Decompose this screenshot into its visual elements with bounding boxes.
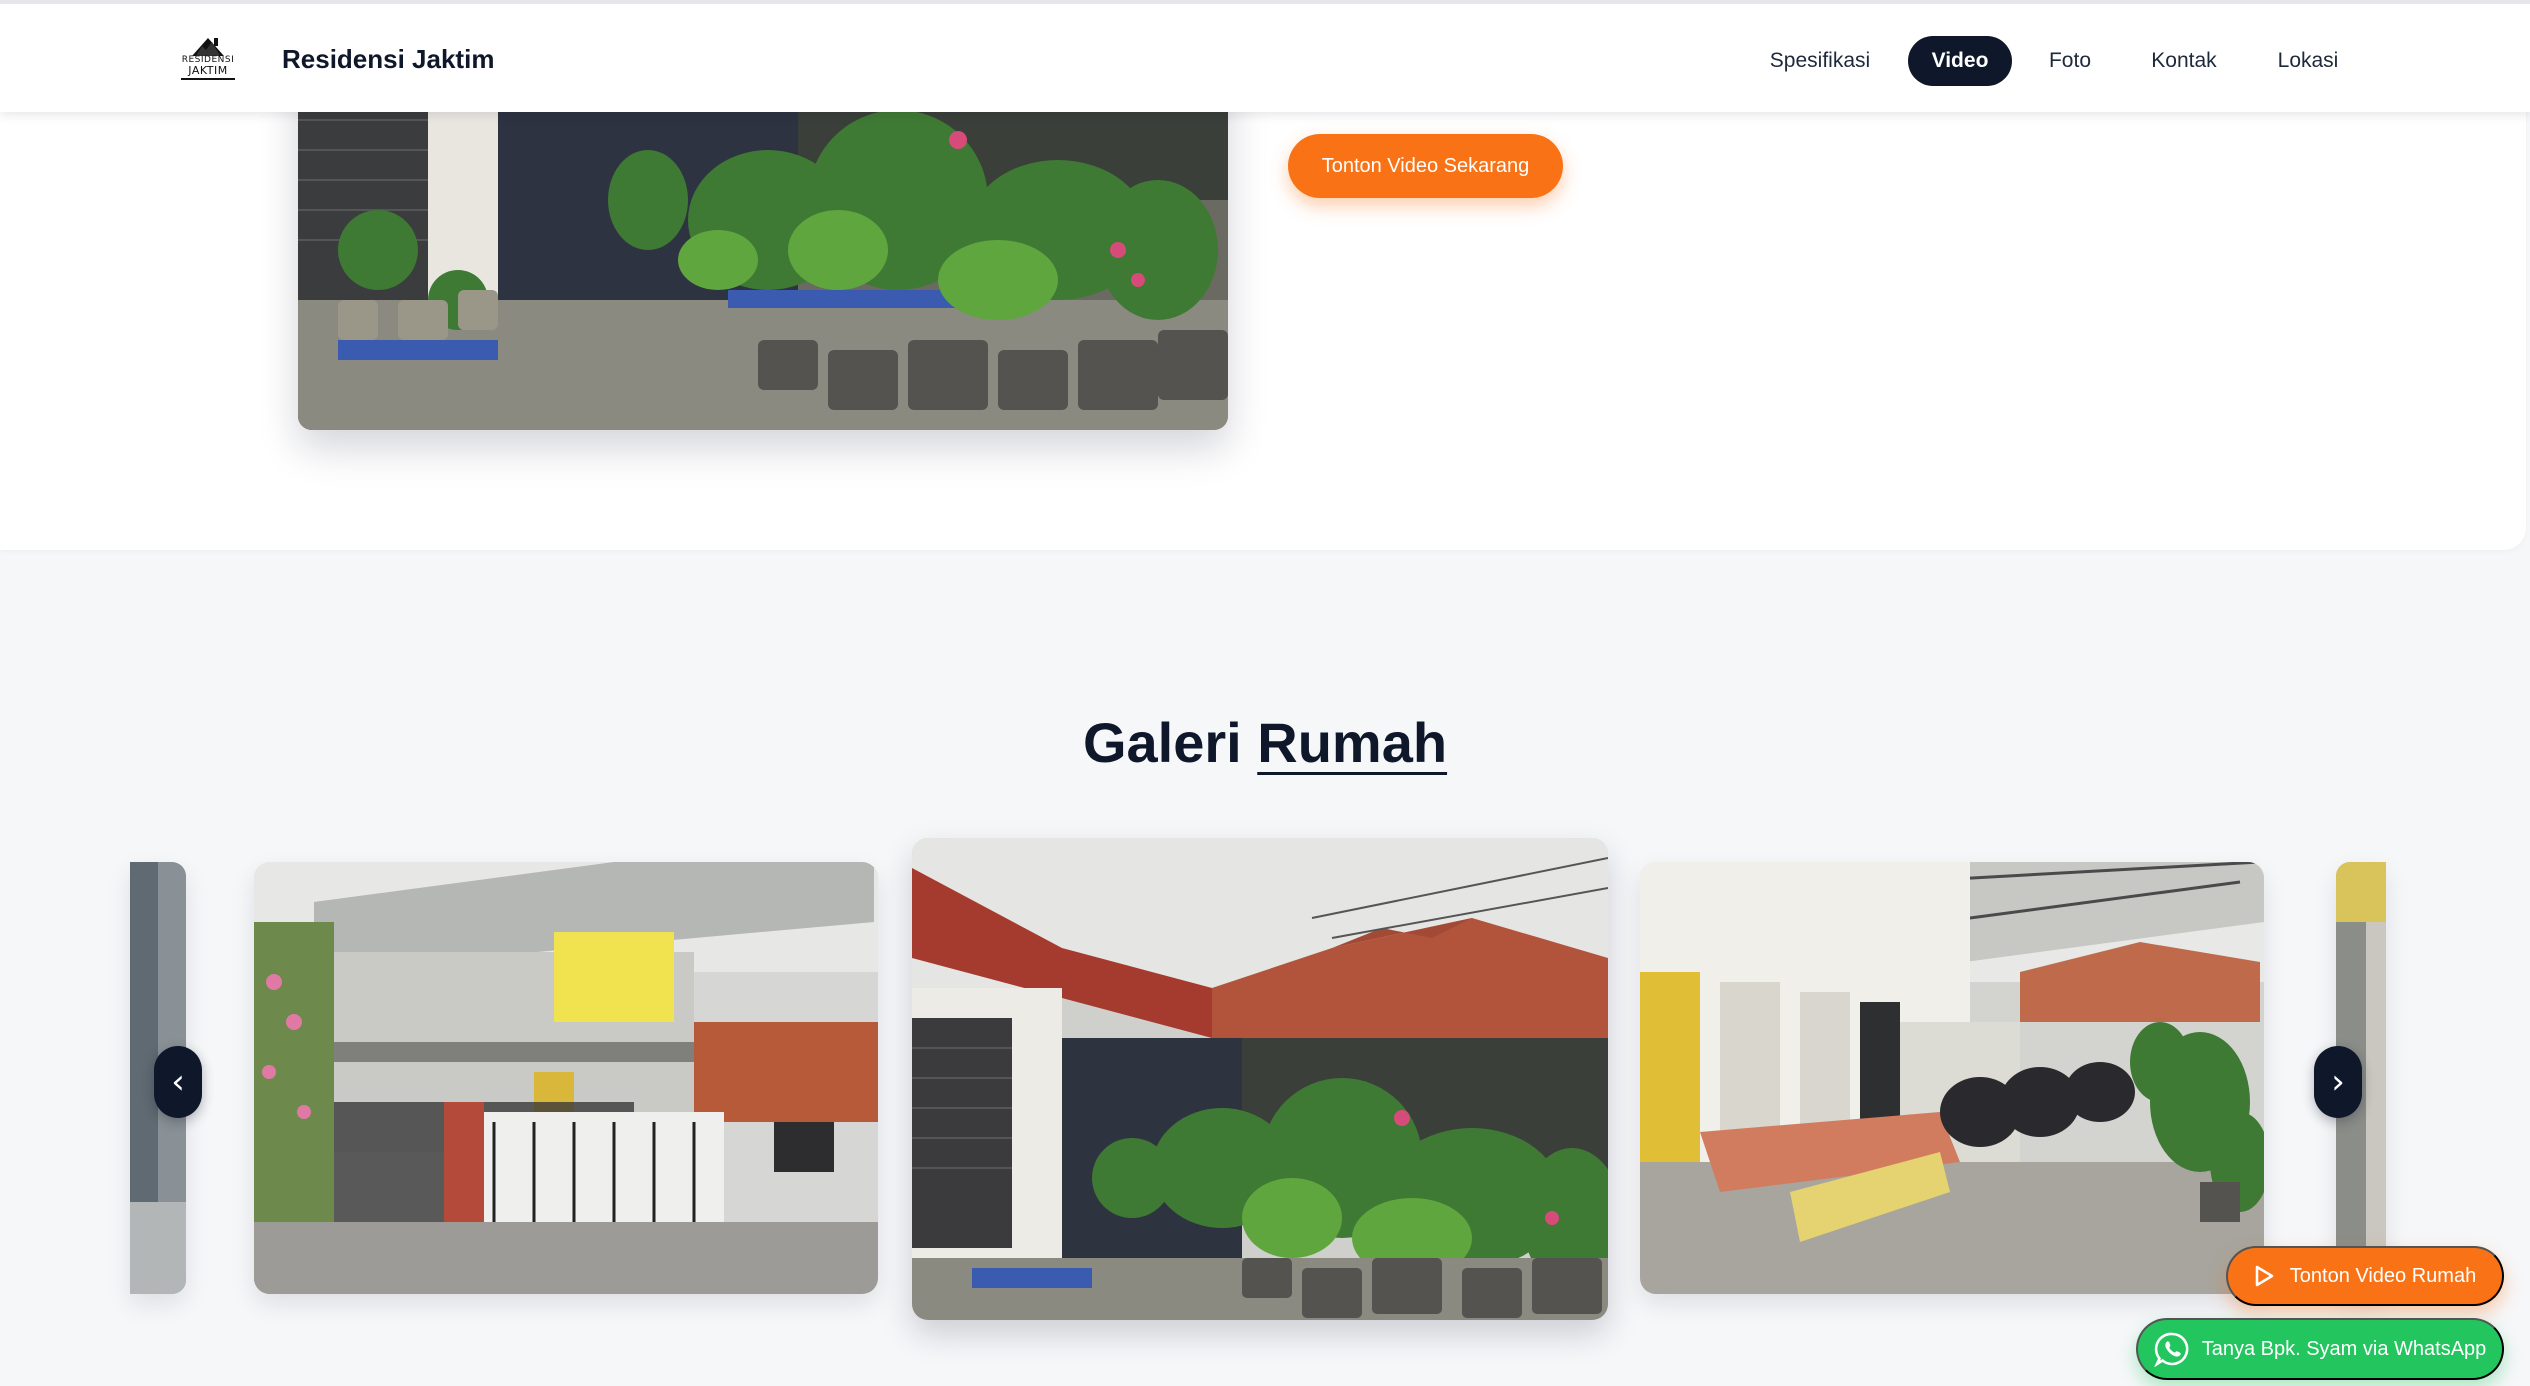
gallery-title-underlined: Rumah <box>1257 711 1448 774</box>
gallery-slide-2-active[interactable] <box>912 838 1608 1320</box>
whatsapp-icon <box>2153 1332 2189 1367</box>
nav-foto[interactable]: Foto <box>2030 36 2110 86</box>
site-header: RESIDENSI JAKTIM Residensi Jaktim Spesif… <box>0 0 2530 112</box>
house-logo-icon <box>192 38 224 56</box>
gallery-prev-button[interactable]: ‹ <box>154 1046 202 1118</box>
nav-kontak[interactable]: Kontak <box>2130 36 2238 86</box>
watch-video-now-button[interactable]: Tonton Video Sekarang <box>1288 134 1563 198</box>
whatsapp-button[interactable]: Tanya Bpk. Syam via WhatsApp <box>2136 1318 2504 1380</box>
nav-video[interactable]: Video <box>1908 36 2012 86</box>
logo-underline <box>181 78 235 80</box>
nav-spesifikasi[interactable]: Spesifikasi <box>1750 36 1890 86</box>
gallery-image <box>254 862 878 1294</box>
play-icon <box>2255 1265 2274 1287</box>
gallery-image <box>912 838 1608 1320</box>
gallery-title: Galeri Rumah <box>0 710 2530 775</box>
page: Tonton Video Sekarang RESIDENSI JAKTIM R… <box>0 0 2530 1386</box>
logo-text-bottom: JAKTIM <box>188 64 228 77</box>
gallery-title-bold: Galeri <box>1082 711 1242 774</box>
floating-watch-video-button[interactable]: Tonton Video Rumah <box>2226 1246 2504 1306</box>
gallery-next-button[interactable]: › <box>2314 1046 2362 1118</box>
logo[interactable]: RESIDENSI JAKTIM <box>180 34 236 84</box>
nav-lokasi[interactable]: Lokasi <box>2256 36 2360 86</box>
floating-video-label: Tonton Video Rumah <box>2289 1264 2477 1287</box>
whatsapp-label: Tanya Bpk. Syam via WhatsApp <box>2201 1337 2487 1360</box>
gallery-image <box>1640 862 2264 1294</box>
gallery-slide-3[interactable] <box>1640 862 2264 1294</box>
gallery-slide-1[interactable] <box>254 862 878 1294</box>
brand-name[interactable]: Residensi Jaktim <box>282 44 494 75</box>
